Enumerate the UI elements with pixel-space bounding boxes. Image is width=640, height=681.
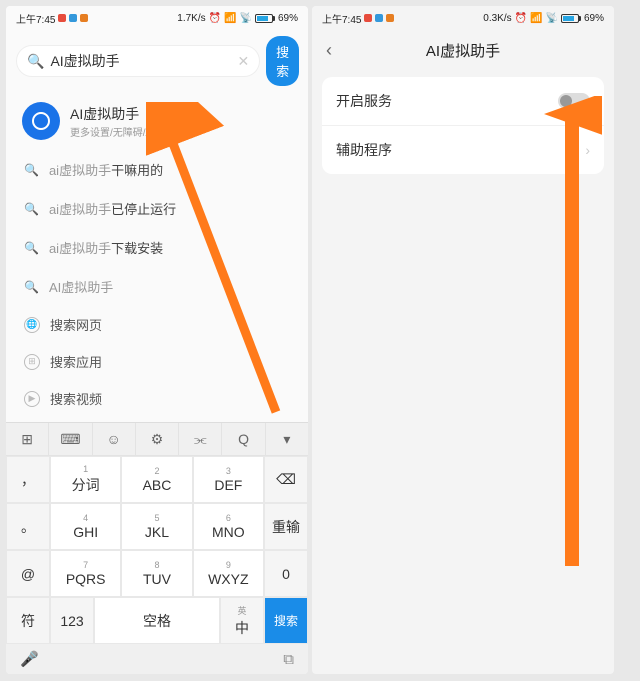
status-dot-icon: [364, 14, 372, 22]
setting-label: 辅助程序: [336, 140, 392, 160]
magnifier-icon: 🔍: [24, 163, 39, 177]
suggestion-text: ai虚拟助手已停止运行: [49, 199, 176, 218]
battery-icon: [255, 14, 275, 23]
wifi-icon: 📡: [240, 13, 252, 24]
alarm-icon: ⏰: [209, 13, 221, 24]
doc-icon[interactable]: ⧉: [283, 651, 294, 668]
key-jkl[interactable]: 5JKL: [121, 503, 192, 550]
suggestion-item[interactable]: 🔍 AI虚拟助手: [6, 267, 308, 306]
settings-card: 开启服务 辅助程序 ›: [322, 77, 604, 174]
key-tuv[interactable]: 8TUV: [121, 550, 192, 597]
statusbar-left: 上午7:45 1.7K/s ⏰ 📶 📡 69%: [6, 6, 308, 30]
play-icon: ▶: [24, 391, 40, 407]
magnifier-icon: 🔍: [24, 202, 39, 216]
key-wxyz[interactable]: 9WXYZ: [193, 550, 264, 597]
status-dot-icon: [386, 14, 394, 22]
grid-icon: ⊞: [24, 354, 40, 370]
clear-icon[interactable]: ✕: [237, 53, 249, 70]
mic-icon[interactable]: 🎤: [20, 650, 39, 668]
key-space[interactable]: 空格: [94, 597, 220, 644]
kb-emoji-icon[interactable]: ☺: [93, 423, 136, 455]
status-dot-icon: [375, 14, 383, 22]
suggestion-text: AI虚拟助手: [49, 277, 113, 296]
signal-icon: 📶: [530, 13, 542, 24]
key-zero[interactable]: 0: [264, 550, 308, 597]
signal-icon: 📶: [224, 13, 236, 24]
action-label: 搜索网页: [50, 315, 102, 334]
result-app[interactable]: AI虚拟助手 更多设置/无障碍/AI虚拟助手: [6, 92, 308, 150]
statusbar-right: 上午7:45 0.3K/s ⏰ 📶 📡 69%: [312, 6, 614, 30]
key-comma[interactable]: ，: [6, 456, 50, 503]
settings-screen: 上午7:45 0.3K/s ⏰ 📶 📡 69% ‹ AI虚拟助手: [312, 6, 614, 674]
search-icon: 🔍: [27, 53, 44, 70]
suggestion-text: ai虚拟助手干嘛用的: [49, 160, 163, 179]
search-button[interactable]: 搜索: [266, 36, 299, 86]
search-box[interactable]: 🔍 ✕: [16, 45, 260, 77]
search-bar: 🔍 ✕ 搜索: [6, 30, 308, 92]
suggestion-item[interactable]: 🔍 ai虚拟助手下载安装: [6, 228, 308, 267]
status-dot-icon: [69, 14, 77, 22]
result-path: 更多设置/无障碍/AI虚拟助手: [70, 124, 195, 139]
enable-service-row[interactable]: 开启服务: [322, 77, 604, 125]
search-video-row[interactable]: ▶ 搜索视频: [6, 380, 308, 417]
magnifier-icon: 🔍: [24, 280, 39, 294]
suggestion-text: ai虚拟助手下载安装: [49, 238, 163, 257]
page-header: ‹ AI虚拟助手: [312, 30, 614, 71]
toggle-switch[interactable]: [558, 93, 590, 109]
key-at[interactable]: @: [6, 550, 50, 597]
globe-icon: 🌐: [24, 317, 40, 333]
action-label: 搜索应用: [50, 352, 102, 371]
key-分词[interactable]: 1分词: [50, 456, 121, 503]
kb-search-icon[interactable]: Q: [222, 423, 265, 455]
search-app-row[interactable]: ⊞ 搜索应用: [6, 343, 308, 380]
chevron-right-icon: ›: [585, 142, 590, 158]
key-abc[interactable]: 2ABC: [121, 456, 192, 503]
action-label: 搜索视频: [50, 389, 102, 408]
status-netspeed: 0.3K/s: [483, 13, 511, 24]
key-search[interactable]: 搜索: [264, 597, 308, 644]
search-screen: 上午7:45 1.7K/s ⏰ 📶 📡 69% 🔍 ✕: [6, 6, 308, 674]
key-retype[interactable]: 重输: [264, 503, 308, 550]
result-title: AI虚拟助手: [70, 104, 195, 124]
battery-percent: 69%: [278, 13, 298, 24]
search-input[interactable]: [50, 53, 231, 69]
suggestion-item[interactable]: 🔍 ai虚拟助手干嘛用的: [6, 150, 308, 189]
kb-keyboard-icon[interactable]: ⌨: [49, 423, 92, 455]
page-title: AI虚拟助手: [312, 40, 614, 61]
setting-label: 开启服务: [336, 91, 392, 111]
battery-icon: [561, 14, 581, 23]
battery-percent: 69%: [584, 13, 604, 24]
status-netspeed: 1.7K/s: [177, 13, 205, 24]
key-def[interactable]: 3DEF: [193, 456, 264, 503]
key-backspace[interactable]: ⌫: [264, 456, 308, 503]
kb-link-icon[interactable]: ⫘: [179, 423, 222, 455]
keyboard-toolbar: ⊞ ⌨ ☺ ⚙ ⫘ Q ▾: [6, 422, 308, 456]
magnifier-icon: 🔍: [24, 241, 39, 255]
suggestion-list: 🔍 ai虚拟助手干嘛用的 🔍 ai虚拟助手已停止运行 🔍 ai虚拟助手下载安装 🔍 AI虚拟助…: [6, 150, 308, 306]
status-time: 上午7:45: [322, 11, 361, 26]
status-dot-icon: [58, 14, 66, 22]
keyboard: ⊞ ⌨ ☺ ⚙ ⫘ Q ▾ ， 。 @ 1分词2ABC3DEF 4GHI5JKL6…: [6, 422, 308, 674]
kb-grid-icon[interactable]: ⊞: [6, 423, 49, 455]
key-ghi[interactable]: 4GHI: [50, 503, 121, 550]
helper-program-row[interactable]: 辅助程序 ›: [322, 125, 604, 174]
suggestion-item[interactable]: 🔍 ai虚拟助手已停止运行: [6, 189, 308, 228]
key-lang[interactable]: 英中: [220, 597, 264, 644]
search-web-row[interactable]: 🌐 搜索网页: [6, 306, 308, 343]
status-time: 上午7:45: [16, 11, 55, 26]
key-pqrs[interactable]: 7PQRS: [50, 550, 121, 597]
status-dot-icon: [80, 14, 88, 22]
gear-icon: [22, 102, 60, 140]
kb-collapse-icon[interactable]: ▾: [266, 423, 308, 455]
wifi-icon: 📡: [546, 13, 558, 24]
key-mno[interactable]: 6MNO: [193, 503, 264, 550]
key-symbol[interactable]: 符: [6, 597, 50, 644]
key-period[interactable]: 。: [6, 503, 50, 550]
key-123[interactable]: 123: [50, 597, 94, 644]
keyboard-footer: 🎤 ⧉: [6, 644, 308, 674]
alarm-icon: ⏰: [515, 13, 527, 24]
kb-settings-icon[interactable]: ⚙: [136, 423, 179, 455]
